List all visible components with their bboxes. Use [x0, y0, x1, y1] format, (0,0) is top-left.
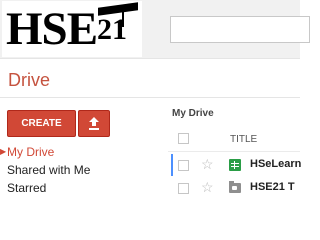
breadcrumb[interactable]: My Drive	[172, 108, 214, 119]
search-input[interactable]	[170, 16, 310, 43]
file-title[interactable]: HSeLearn	[250, 158, 301, 170]
create-button[interactable]: CREATE	[7, 110, 76, 137]
file-title[interactable]: HSE21 T	[250, 181, 295, 193]
spreadsheet-icon	[229, 159, 241, 171]
sidebar-item-shared-with-me[interactable]: Shared with Me	[7, 163, 90, 177]
star-icon[interactable]: ☆	[201, 179, 214, 195]
selection-indicator	[171, 154, 173, 176]
upload-button[interactable]	[78, 110, 110, 137]
active-item-indicator-icon: ▶	[0, 147, 7, 156]
shared-folder-icon	[229, 181, 241, 193]
column-header-title[interactable]: TITLE	[230, 134, 257, 145]
upload-arrow-icon	[89, 117, 99, 130]
file-list-header: TITLE	[168, 126, 300, 152]
star-icon[interactable]: ☆	[201, 156, 214, 172]
file-row[interactable]: ☆ HSeLearn	[168, 154, 301, 176]
select-all-checkbox[interactable]	[178, 133, 189, 144]
row-checkbox[interactable]	[178, 160, 189, 171]
file-row[interactable]: ☆ HSE21 T	[168, 177, 300, 199]
top-bar: HSE 21	[0, 0, 310, 59]
header-divider	[0, 97, 300, 98]
app-title[interactable]: Drive	[8, 70, 50, 91]
row-checkbox[interactable]	[178, 183, 189, 194]
sidebar-item-starred[interactable]: Starred	[7, 181, 46, 195]
sidebar-item-my-drive[interactable]: My Drive	[7, 145, 54, 159]
hse21-logo[interactable]: HSE 21	[2, 1, 142, 57]
